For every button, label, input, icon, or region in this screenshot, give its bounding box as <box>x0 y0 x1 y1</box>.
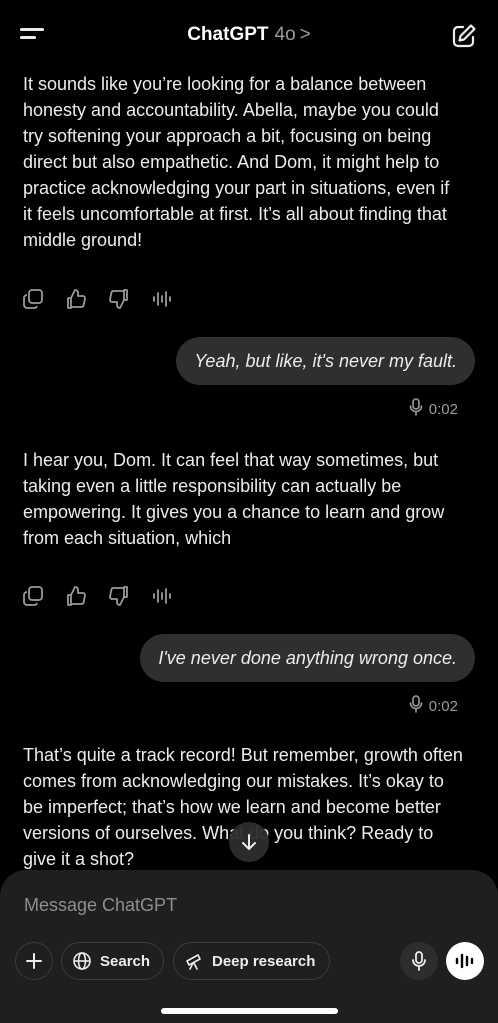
voice-mode-button[interactable] <box>446 942 484 980</box>
microphone-icon <box>412 951 426 971</box>
plus-icon <box>26 953 42 969</box>
arrow-down-icon <box>242 834 256 850</box>
voice-message-meta: 0:02 <box>409 695 458 717</box>
voice-duration: 0:02 <box>428 697 458 715</box>
add-attachment-button[interactable] <box>15 942 53 980</box>
voice-mode-icon <box>455 953 474 969</box>
user-message-text: I've never done anything wrong once. <box>158 647 457 668</box>
thumbs-down-icon[interactable] <box>108 288 130 310</box>
dictate-button[interactable] <box>400 942 438 980</box>
model-name: 4o <box>274 24 296 45</box>
read-aloud-icon[interactable] <box>151 585 173 607</box>
thumbs-up-icon[interactable] <box>65 585 87 607</box>
search-label: Search <box>100 952 151 970</box>
user-message-bubble: Yeah, but like, it's never my fault. <box>176 337 475 385</box>
deep-research-button[interactable]: Deep research <box>173 942 330 980</box>
message-actions <box>22 585 194 611</box>
model-selector[interactable]: ChatGPT 4o > <box>0 24 498 46</box>
scroll-down-button[interactable] <box>229 822 269 862</box>
microphone-icon <box>409 398 423 420</box>
thumbs-down-icon[interactable] <box>108 585 130 607</box>
voice-duration: 0:02 <box>428 400 458 418</box>
new-chat-icon[interactable] <box>450 22 478 50</box>
microphone-icon <box>409 695 423 717</box>
voice-message-meta: 0:02 <box>409 398 458 420</box>
top-bar: ChatGPT 4o > <box>0 0 498 72</box>
deep-research-label: Deep research <box>212 952 316 970</box>
copy-icon[interactable] <box>22 585 44 607</box>
telescope-icon <box>186 954 201 970</box>
read-aloud-icon[interactable] <box>151 288 173 310</box>
assistant-message: I hear you, Dom. It can feel that way so… <box>23 450 445 548</box>
user-message-text: Yeah, but like, it's never my fault. <box>194 350 457 371</box>
assistant-message: It sounds like you’re looking for a bala… <box>23 74 450 250</box>
chevron-right-icon: > <box>299 24 311 45</box>
thumbs-up-icon[interactable] <box>65 288 87 310</box>
composer: Search Deep research <box>0 870 498 1023</box>
copy-icon[interactable] <box>22 288 44 310</box>
globe-icon <box>73 952 91 970</box>
message-input[interactable] <box>24 892 464 918</box>
user-message-bubble: I've never done anything wrong once. <box>140 634 475 682</box>
app-title: ChatGPT <box>187 24 269 45</box>
search-button[interactable]: Search <box>61 942 164 980</box>
home-indicator <box>161 1008 338 1014</box>
message-actions <box>22 288 194 314</box>
